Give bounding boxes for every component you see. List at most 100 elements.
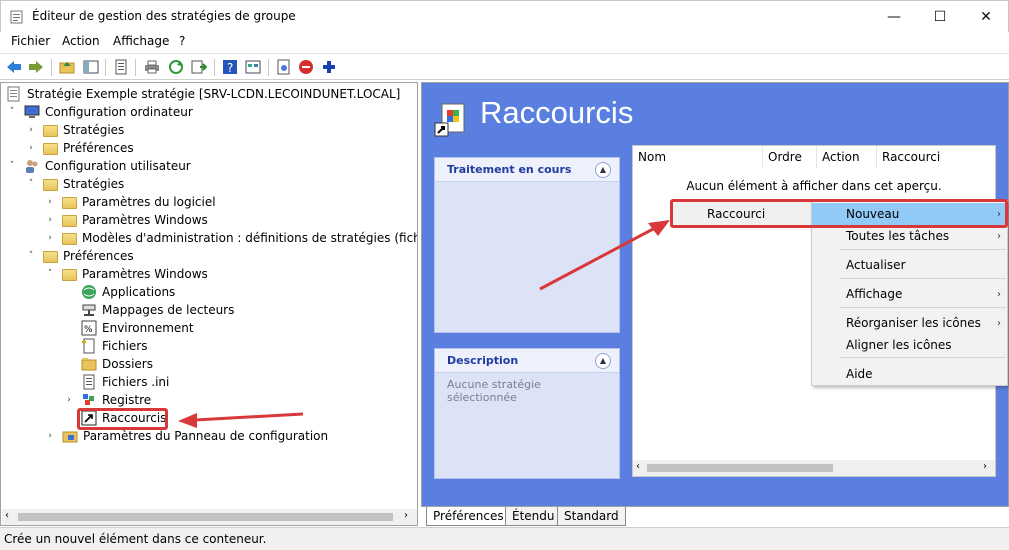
scroll-left-icon[interactable]: ‹ xyxy=(5,510,9,521)
tree-item-label: Dossiers xyxy=(102,357,153,371)
tree-item-registry[interactable]: › Registre xyxy=(63,391,151,409)
context-item-label: Aligner les icônes xyxy=(846,338,952,352)
context-item-label: Actualiser xyxy=(846,258,906,272)
tree-item-user-preferences[interactable]: ˅ Préférences xyxy=(25,247,134,265)
export-list-icon[interactable] xyxy=(190,58,208,76)
menu-help[interactable]: ? xyxy=(177,34,187,48)
context-item-4[interactable]: Réorganiser les icônes › xyxy=(812,312,1007,334)
expand-chevron-icon[interactable]: › xyxy=(44,232,56,244)
tree-item-files[interactable]: Fichiers xyxy=(63,337,147,355)
minimize-button[interactable]: — xyxy=(871,1,917,32)
tree-item-admin-templates[interactable]: › Modèles d'administration : définitions … xyxy=(44,229,417,247)
processing-header[interactable]: Traitement en cours ▲ xyxy=(435,158,619,182)
context-item-1[interactable]: Toutes les tâches › xyxy=(812,225,1007,247)
no-expander xyxy=(63,322,75,334)
description-header[interactable]: Description ▲ xyxy=(435,349,619,373)
context-item-2[interactable]: Actualiser xyxy=(812,254,1007,276)
tree-item-folders[interactable]: Dossiers xyxy=(63,355,153,373)
column-header-nom[interactable]: Nom xyxy=(633,146,763,168)
toolbar-separator xyxy=(51,59,52,76)
svg-text:?: ? xyxy=(227,61,233,75)
toolbar-separator xyxy=(268,59,269,76)
tab-preferences[interactable]: Préférences xyxy=(426,507,511,526)
menu-fichier[interactable]: Fichier xyxy=(9,34,52,48)
print-icon[interactable] xyxy=(143,58,161,76)
files-icon xyxy=(82,338,95,354)
forward-icon[interactable] xyxy=(27,58,45,76)
refresh-icon[interactable] xyxy=(167,58,185,76)
tab-standard[interactable]: Standard xyxy=(557,507,626,526)
expand-chevron-icon[interactable]: › xyxy=(63,394,75,406)
tree-item-label: Configuration ordinateur xyxy=(45,105,193,119)
collapse-chevron-icon[interactable]: ˅ xyxy=(6,160,18,172)
tree-item-pref-windows-settings[interactable]: ˅ Paramètres Windows xyxy=(44,265,208,283)
show-hide-tree-icon[interactable] xyxy=(82,58,100,76)
add-icon[interactable] xyxy=(320,58,338,76)
collapse-chevron-icon[interactable]: ˅ xyxy=(6,106,18,118)
menu-action[interactable]: Action xyxy=(60,34,102,48)
collapse-chevron-icon[interactable]: ˅ xyxy=(25,178,37,190)
folders-icon xyxy=(81,358,97,371)
highlight-box-nouveau xyxy=(670,199,1008,228)
tree-root-label: Stratégie Exemple stratégie [SRV-LCDN.LE… xyxy=(27,87,401,101)
tree-item-label: Mappages de lecteurs xyxy=(102,303,235,317)
tree-item-user-strategies[interactable]: ˅ Stratégies xyxy=(25,175,124,193)
description-text: Aucune stratégie sélectionnée xyxy=(447,378,541,404)
collapse-icon[interactable]: ▲ xyxy=(595,161,611,178)
folder-icon xyxy=(62,215,77,227)
collapse-chevron-icon[interactable]: ˅ xyxy=(44,268,56,280)
status-text: Crée un nouvel élément dans ce conteneur… xyxy=(4,532,267,546)
menu-affichage[interactable]: Affichage xyxy=(111,34,171,48)
tree-item-computer-preferences[interactable]: › Préférences xyxy=(25,139,134,157)
back-icon[interactable] xyxy=(5,58,23,76)
maximize-button[interactable]: ☐ xyxy=(917,1,963,32)
scroll-right-icon[interactable]: › xyxy=(983,461,987,472)
tree-item-ini-files[interactable]: Fichiers .ini xyxy=(63,373,169,391)
tree-item-user-config[interactable]: ˅ Configuration utilisateur xyxy=(6,157,191,175)
highlight-box-raccourcis xyxy=(77,408,168,430)
tree-item-software-settings[interactable]: › Paramètres du logiciel xyxy=(44,193,216,211)
tree-item-label: Registre xyxy=(102,393,152,407)
applications-icon xyxy=(82,285,96,299)
column-header-action[interactable]: Action xyxy=(817,146,877,168)
properties-icon[interactable] xyxy=(112,58,130,76)
close-button[interactable]: ✕ xyxy=(963,1,1009,32)
toolbar-separator xyxy=(105,59,106,76)
tree-item-computer-strategies[interactable]: › Stratégies xyxy=(25,121,124,139)
context-item-6[interactable]: Aide xyxy=(812,363,1007,385)
tree-root[interactable]: Stratégie Exemple stratégie [SRV-LCDN.LE… xyxy=(6,85,400,103)
folder-icon xyxy=(43,143,58,155)
tree-item-environment[interactable]: % Environnement xyxy=(63,319,194,337)
expand-chevron-icon[interactable]: › xyxy=(44,430,56,442)
tree-item-applications[interactable]: Applications xyxy=(63,283,175,301)
context-item-3[interactable]: Affichage › xyxy=(812,283,1007,305)
tree-item-label: Modèles d'administration : définitions d… xyxy=(82,231,417,245)
expand-chevron-icon[interactable]: › xyxy=(44,214,56,226)
new-item-icon[interactable] xyxy=(275,58,293,76)
expand-chevron-icon[interactable]: › xyxy=(25,142,37,154)
scroll-left-icon[interactable]: ‹ xyxy=(636,461,640,472)
column-header-raccourci[interactable]: Raccourci xyxy=(877,146,995,168)
tab-etendu[interactable]: Étendu xyxy=(505,507,562,526)
expand-chevron-icon[interactable]: › xyxy=(25,124,37,136)
scrollbar-thumb[interactable] xyxy=(647,464,833,472)
tree-item-label: Configuration utilisateur xyxy=(45,159,191,173)
stop-icon[interactable] xyxy=(297,58,315,76)
help-icon[interactable]: ? xyxy=(221,58,239,76)
collapse-chevron-icon[interactable]: ˅ xyxy=(25,250,37,262)
up-folder-icon[interactable] xyxy=(58,58,76,76)
filter-view-icon[interactable] xyxy=(244,58,262,76)
context-item-5[interactable]: Aligner les icônes xyxy=(812,334,1007,356)
environment-icon: % xyxy=(81,320,97,336)
scroll-right-icon[interactable]: › xyxy=(404,510,408,521)
tree-item-windows-settings[interactable]: › Paramètres Windows xyxy=(44,211,208,229)
tree-item-computer-config[interactable]: ˅ Configuration ordinateur xyxy=(6,103,193,121)
expand-chevron-icon[interactable]: › xyxy=(44,196,56,208)
column-header-ordre[interactable]: Ordre xyxy=(763,146,817,168)
title-bar: Éditeur de gestion des stratégies de gro… xyxy=(0,0,1009,32)
collapse-icon[interactable]: ▲ xyxy=(595,352,611,369)
scrollbar-thumb[interactable] xyxy=(18,513,393,521)
tree-item-drive-maps[interactable]: Mappages de lecteurs xyxy=(63,301,234,319)
list-horizontal-scrollbar[interactable]: ‹ › xyxy=(633,460,995,476)
tree-horizontal-scrollbar[interactable]: ‹ › xyxy=(2,509,417,525)
